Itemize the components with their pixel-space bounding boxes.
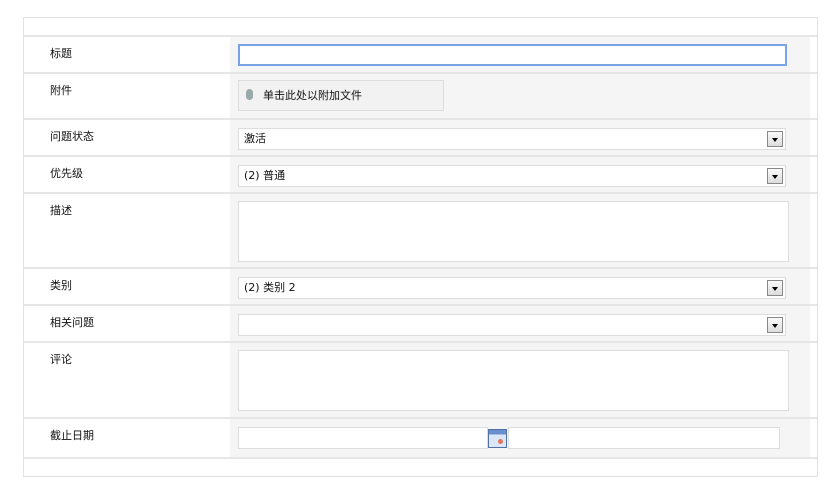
attach-file-button[interactable]: 单击此处以附加文件 xyxy=(238,80,444,111)
title-label: 标题 xyxy=(50,47,72,60)
row-comment: 评论 xyxy=(23,341,817,419)
row-due-date: 截止日期 xyxy=(23,417,817,459)
comment-label: 评论 xyxy=(50,353,72,366)
row-description: 描述 xyxy=(23,192,817,269)
description-label: 描述 xyxy=(50,204,72,217)
related-label: 相关问题 xyxy=(50,316,94,329)
description-textarea[interactable] xyxy=(238,201,789,262)
due-date-input[interactable] xyxy=(238,427,488,449)
calendar-icon[interactable] xyxy=(488,429,507,448)
category-select[interactable]: (2) 类别 2 xyxy=(238,277,786,299)
row-attachment: 附件 单击此处以附加文件 xyxy=(23,72,817,120)
category-value: (2) 类别 2 xyxy=(244,281,296,294)
status-select[interactable]: 激活 xyxy=(238,128,786,150)
row-title: 标题 xyxy=(23,35,817,74)
chevron-down-icon[interactable] xyxy=(767,280,783,296)
status-value: 激活 xyxy=(244,132,266,145)
due-date-label: 截止日期 xyxy=(50,429,94,442)
priority-select[interactable]: (2) 普通 xyxy=(238,165,786,187)
paperclip-icon xyxy=(246,89,253,100)
row-category: 类别 (2) 类别 2 xyxy=(23,267,817,306)
related-select[interactable] xyxy=(238,314,786,336)
row-status: 问题状态 激活 xyxy=(23,118,817,157)
comment-textarea[interactable] xyxy=(238,350,789,411)
due-time-input[interactable] xyxy=(508,427,780,449)
row-related: 相关问题 xyxy=(23,304,817,343)
priority-value: (2) 普通 xyxy=(244,169,286,182)
title-input[interactable] xyxy=(238,44,787,66)
chevron-down-icon[interactable] xyxy=(767,131,783,147)
priority-label: 优先级 xyxy=(50,167,83,180)
status-label: 问题状态 xyxy=(50,130,94,143)
row-priority: 优先级 (2) 普通 xyxy=(23,155,817,194)
attachment-label: 附件 xyxy=(50,84,72,97)
attach-file-label: 单击此处以附加文件 xyxy=(263,89,362,102)
chevron-down-icon[interactable] xyxy=(767,168,783,184)
chevron-down-icon[interactable] xyxy=(767,317,783,333)
category-label: 类别 xyxy=(50,279,72,292)
